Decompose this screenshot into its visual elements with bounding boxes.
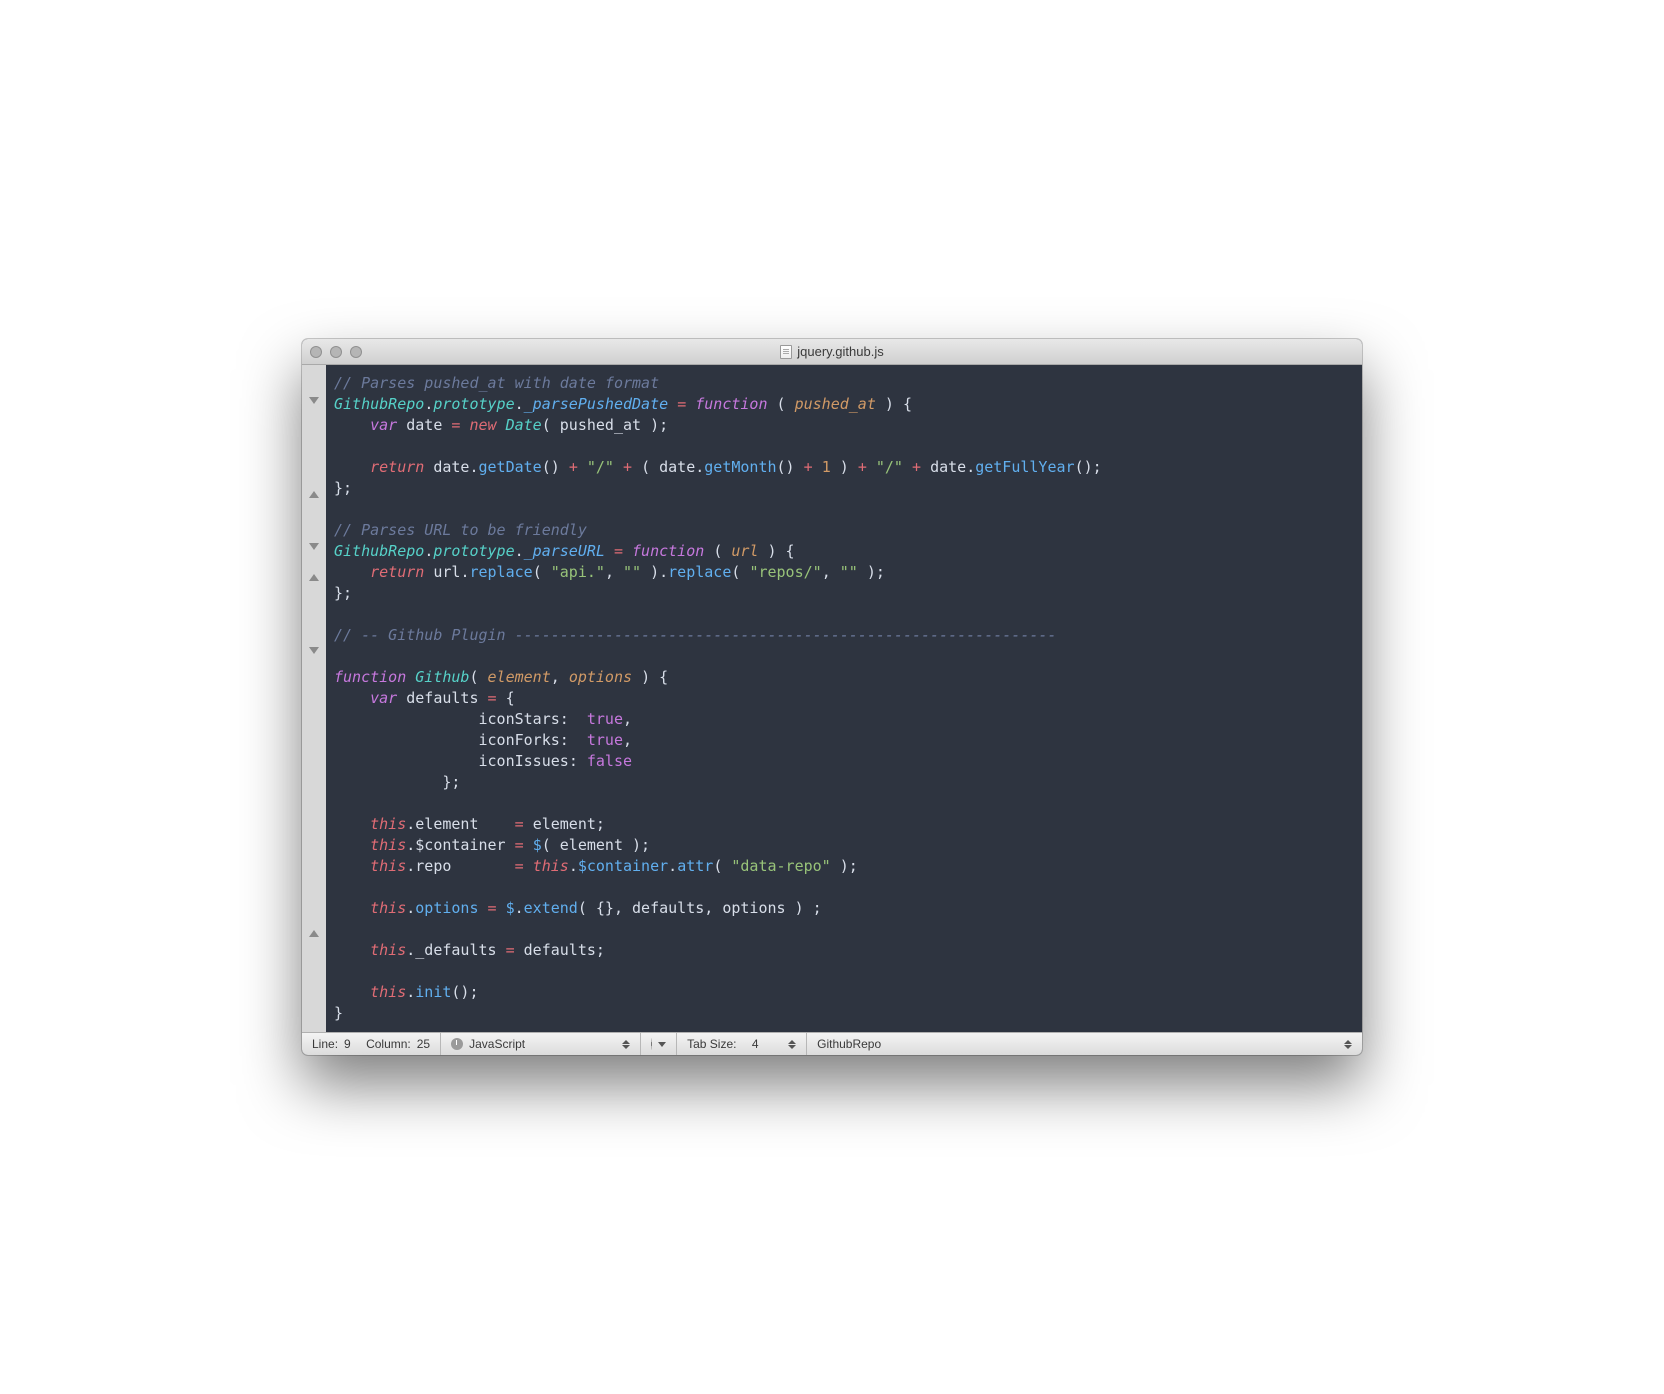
syntax-name: JavaScript — [469, 1037, 525, 1051]
fold-marker-open-icon[interactable] — [309, 647, 319, 654]
clock-icon — [451, 1038, 463, 1050]
fold-marker-close-icon[interactable] — [309, 574, 319, 581]
editor-window: jquery.github.js // Parses pushed_at wit… — [302, 339, 1362, 1055]
stepper-icon[interactable] — [788, 1040, 796, 1049]
status-symbol[interactable]: GithubRepo — [807, 1033, 1362, 1055]
document-icon — [780, 345, 792, 359]
tab-size-label: Tab Size: — [687, 1037, 736, 1051]
zoom-button[interactable] — [350, 346, 362, 358]
fold-gutter — [302, 365, 326, 1032]
code-comment: // Parses URL to be friendly — [334, 521, 587, 539]
code-comment: // -- Github Plugin --------------------… — [334, 626, 1056, 644]
code-area[interactable]: // Parses pushed_at with date format Git… — [326, 365, 1362, 1032]
code-comment: // Parses pushed_at with date format — [334, 374, 659, 392]
tab-size-value: 4 — [752, 1037, 759, 1051]
status-syntax[interactable]: JavaScript — [441, 1033, 641, 1055]
column-value: 25 — [417, 1037, 430, 1051]
line-value: 9 — [344, 1037, 351, 1051]
column-label: Column: — [366, 1037, 411, 1051]
title-text: jquery.github.js — [797, 344, 883, 359]
status-bar: Line: 9 Column: 25 JavaScript Tab Size: … — [302, 1032, 1362, 1055]
status-tab-size[interactable]: Tab Size: 4 — [677, 1033, 807, 1055]
stepper-icon[interactable] — [1344, 1040, 1352, 1049]
window-title: jquery.github.js — [302, 344, 1362, 359]
fold-marker-open-icon[interactable] — [309, 543, 319, 550]
fold-marker-close-icon[interactable] — [309, 491, 319, 498]
traffic-lights — [310, 346, 362, 358]
stepper-icon[interactable] — [622, 1040, 630, 1049]
title-bar[interactable]: jquery.github.js — [302, 339, 1362, 365]
status-line-col[interactable]: Line: 9 Column: 25 — [302, 1033, 441, 1055]
symbol-name: GithubRepo — [817, 1037, 881, 1051]
line-label: Line: — [312, 1037, 338, 1051]
fold-marker-close-icon[interactable] — [309, 930, 319, 937]
gear-icon — [651, 1038, 652, 1050]
minimize-button[interactable] — [330, 346, 342, 358]
editor[interactable]: // Parses pushed_at with date format Git… — [302, 365, 1362, 1032]
fold-marker-open-icon[interactable] — [309, 397, 319, 404]
status-settings[interactable] — [641, 1033, 677, 1055]
chevron-down-icon — [658, 1042, 666, 1047]
close-button[interactable] — [310, 346, 322, 358]
